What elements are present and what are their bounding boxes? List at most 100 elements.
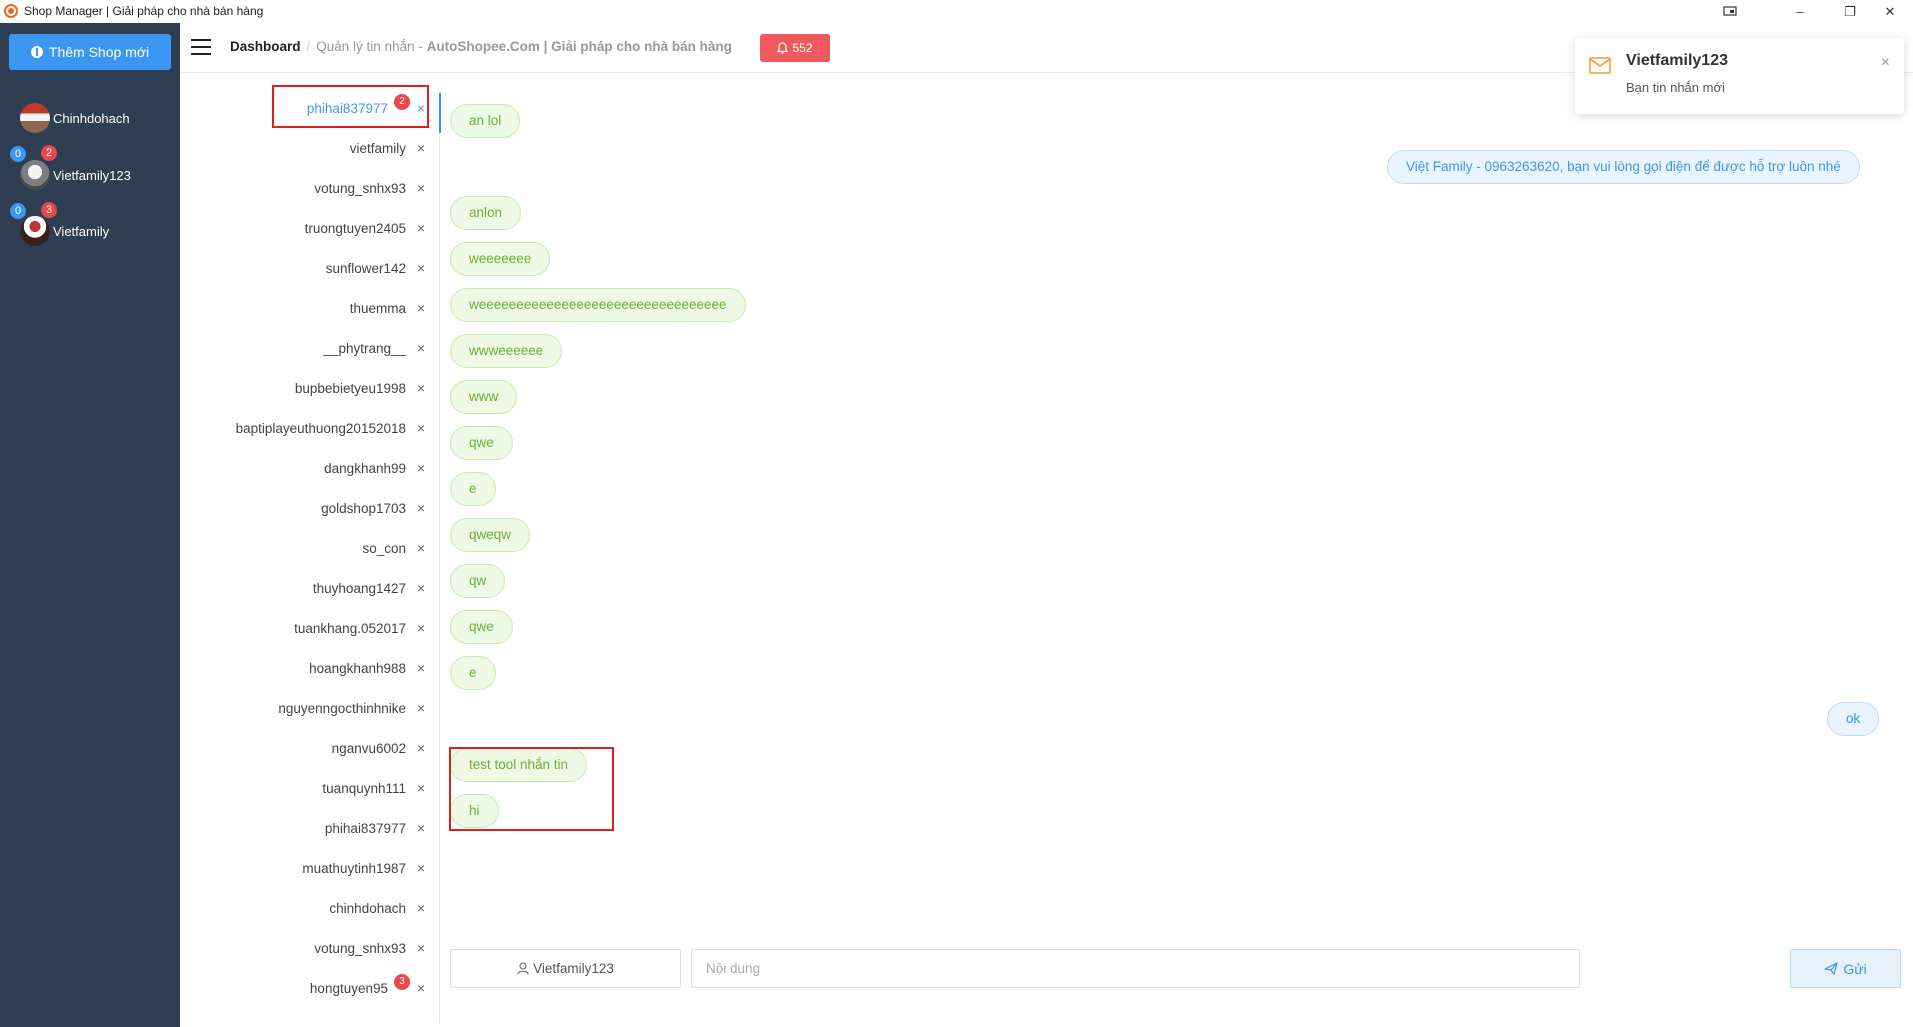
conversation-item[interactable]: sunflower142 ×: [180, 253, 440, 283]
conversation-item[interactable]: nganvu6002 ×: [180, 733, 440, 763]
conversation-item[interactable]: truongtuyen2405 ×: [180, 213, 440, 243]
close-conversation-icon[interactable]: ×: [416, 780, 426, 796]
hamburger-menu-icon[interactable]: [191, 39, 211, 55]
close-conversation-icon[interactable]: ×: [416, 700, 426, 716]
conversation-name: goldshop1703: [321, 500, 406, 516]
close-conversation-icon[interactable]: ×: [416, 620, 426, 636]
close-conversation-icon[interactable]: ×: [416, 100, 426, 116]
message-bubble-incoming: weeeeeeeeeeeeeeeeeeeeeeeeeeeeeeeee: [450, 288, 746, 322]
sidebar-shop-chinhdohach[interactable]: Chinhdohach: [20, 103, 180, 133]
conversation-item[interactable]: phihai837977 2 ×: [180, 93, 440, 123]
conversation-item[interactable]: tuanquynh111 ×: [180, 773, 440, 803]
bell-icon: [777, 42, 789, 54]
sidebar-shop-vietfamily[interactable]: Vietfamily: [20, 216, 180, 246]
close-window-button[interactable]: ✕: [1867, 0, 1913, 23]
conversation-item[interactable]: nguyenngocthinhnike ×: [180, 693, 440, 723]
conversation-item[interactable]: tuankhang.052017 ×: [180, 613, 440, 643]
close-conversation-icon[interactable]: ×: [416, 900, 426, 916]
window-titlebar: Shop Manager | Giải pháp cho nhà bán hàn…: [0, 0, 1913, 23]
conversation-name: bupbebietyeu1998: [294, 380, 406, 396]
sidebar-shop-vietfamily123[interactable]: Vietfamily123: [20, 160, 180, 190]
breadcrumb-current-page: Quản lý tin nhắn: [316, 39, 415, 54]
close-conversation-icon[interactable]: ×: [416, 500, 426, 516]
conversation-name: nganvu6002: [331, 740, 406, 756]
conversation-item[interactable]: bupbebietyeu1998 ×: [180, 373, 440, 403]
close-conversation-icon[interactable]: ×: [416, 300, 426, 316]
conversation-item[interactable]: so_con ×: [180, 533, 440, 563]
message-bubble-outgoing: Việt Family - 0963263620, bạn vui lòng g…: [1387, 150, 1860, 184]
conversation-name: thuemma: [349, 300, 406, 316]
toast-message: Bạn tin nhắn mới: [1626, 80, 1725, 95]
close-conversation-icon[interactable]: ×: [416, 140, 426, 156]
conversation-name: hoangkhanh988: [309, 660, 406, 676]
conversation-name: nguyenngocthinhnike: [278, 700, 406, 716]
conversation-name: sunflower142: [325, 260, 406, 276]
send-button[interactable]: Gửi: [1790, 949, 1901, 988]
avatar: [20, 103, 50, 133]
message-bubble-incoming: qw: [450, 564, 506, 598]
message-bubble-incoming: an lol: [450, 104, 521, 138]
paper-plane-icon: [1824, 962, 1838, 975]
conversation-name: baptiplayeuthuong20152018: [235, 420, 406, 436]
close-conversation-icon[interactable]: ×: [416, 420, 426, 436]
message-bubble-incoming: wwweeeeee: [450, 334, 563, 368]
sender-account-button[interactable]: Vietfamily123: [450, 949, 681, 988]
message-bubble-incoming: hi: [450, 794, 499, 828]
message-bubble-incoming: qwe: [450, 610, 513, 644]
conversation-item[interactable]: goldshop1703 ×: [180, 493, 440, 523]
close-conversation-icon[interactable]: ×: [416, 580, 426, 596]
conversation-name: hongtuyen95: [309, 980, 388, 996]
close-conversation-icon[interactable]: ×: [416, 220, 426, 236]
message-bubble-incoming: anlon: [450, 196, 522, 230]
close-conversation-icon[interactable]: ×: [416, 180, 426, 196]
conversation-item[interactable]: votung_snhx93 ×: [180, 173, 440, 203]
avatar: [20, 216, 50, 246]
sidebar: Thêm Shop mới Chinhdohach 0 2 Vietfamily…: [0, 23, 180, 1027]
conversation-item[interactable]: muathuytinh1987 ×: [180, 853, 440, 883]
message-bubble-incoming: test tool nhắn tin: [450, 748, 588, 782]
close-conversation-icon[interactable]: ×: [416, 540, 426, 556]
conversation-item[interactable]: thuemma ×: [180, 293, 440, 323]
close-conversation-icon[interactable]: ×: [416, 660, 426, 676]
close-conversation-icon[interactable]: ×: [416, 980, 426, 996]
breadcrumb-dashboard-link[interactable]: Dashboard: [230, 39, 301, 54]
user-icon: [517, 962, 529, 975]
conversation-item[interactable]: vietfamily ×: [180, 133, 440, 163]
message-bubble-outgoing: ok: [1827, 702, 1880, 736]
conversation-name: phihai837977: [324, 820, 406, 836]
minimize-button[interactable]: –: [1777, 0, 1823, 23]
conversation-item[interactable]: __phytrang__ ×: [180, 333, 440, 363]
conversation-item[interactable]: phihai837977 ×: [180, 813, 440, 843]
conversation-item[interactable]: dangkhanh99 ×: [180, 453, 440, 483]
conversation-item[interactable]: hongtuyen95 3 ×: [180, 973, 440, 1003]
close-conversation-icon[interactable]: ×: [416, 340, 426, 356]
conversation-item[interactable]: thuyhoang1427 ×: [180, 573, 440, 603]
close-conversation-icon[interactable]: ×: [416, 820, 426, 836]
plus-circle-icon: [30, 46, 43, 58]
close-conversation-icon[interactable]: ×: [416, 380, 426, 396]
conversation-item[interactable]: chinhdohach ×: [180, 893, 440, 923]
list-divider: [439, 93, 440, 1023]
add-shop-label: Thêm Shop mới: [48, 44, 150, 60]
conversation-item[interactable]: hoangkhanh988 ×: [180, 653, 440, 683]
close-conversation-icon[interactable]: ×: [416, 260, 426, 276]
close-conversation-icon[interactable]: ×: [416, 860, 426, 876]
unread-badge: 3: [394, 974, 410, 990]
toast-close-icon[interactable]: ×: [1881, 54, 1890, 72]
conversation-item[interactable]: votung_snhx93 ×: [180, 933, 440, 963]
message-input[interactable]: [691, 949, 1580, 988]
unread-badge-red: 2: [41, 145, 57, 161]
add-shop-button[interactable]: Thêm Shop mới: [9, 34, 171, 70]
conversation-item[interactable]: baptiplayeuthuong20152018 ×: [180, 413, 440, 443]
new-message-toast[interactable]: Vietfamily123 Bạn tin nhắn mới ×: [1575, 38, 1904, 114]
close-conversation-icon[interactable]: ×: [416, 460, 426, 476]
close-conversation-icon[interactable]: ×: [416, 940, 426, 956]
conversation-name: __phytrang__: [323, 340, 406, 356]
conversation-name: votung_snhx93: [314, 940, 406, 956]
cast-icon[interactable]: [1707, 0, 1753, 23]
close-conversation-icon[interactable]: ×: [416, 740, 426, 756]
conversation-name: truongtuyen2405: [304, 220, 406, 236]
notification-button[interactable]: 552: [760, 34, 830, 62]
breadcrumb: Dashboard / Quản lý tin nhắn - AutoShopee.…: [230, 39, 732, 54]
shop-name: Chinhdohach: [53, 110, 130, 126]
